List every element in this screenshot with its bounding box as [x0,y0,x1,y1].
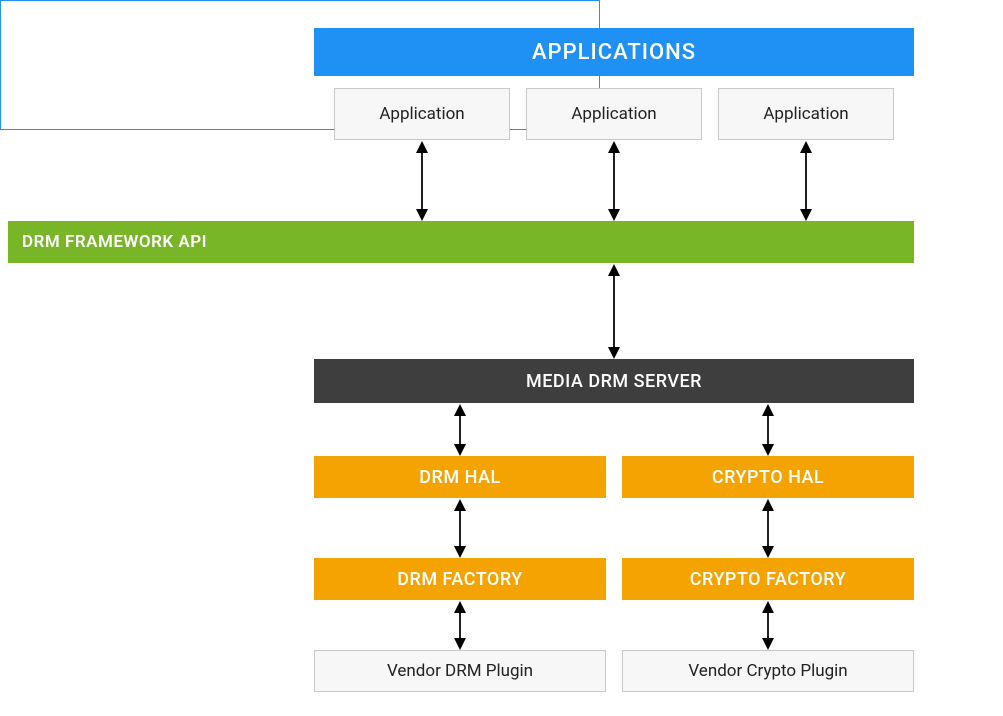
application-box-2: Application [526,88,702,140]
crypto-hal-box: CRYPTO HAL [622,456,914,498]
drm-factory-box: DRM FACTORY [314,558,606,600]
drm-architecture-diagram: APPLICATIONS Application Application App… [0,0,1003,716]
vendor-crypto-plugin-box: Vendor Crypto Plugin [622,650,914,692]
media-drm-server-bar: MEDIA DRM SERVER [314,359,914,403]
vendor-drm-plugin-box: Vendor DRM Plugin [314,650,606,692]
application-box-3: Application [718,88,894,140]
drm-hal-box: DRM HAL [314,456,606,498]
applications-header: APPLICATIONS [314,28,914,76]
drm-framework-api-bar: DRM FRAMEWORK API [8,221,914,263]
crypto-factory-box: CRYPTO FACTORY [622,558,914,600]
application-box-1: Application [334,88,510,140]
